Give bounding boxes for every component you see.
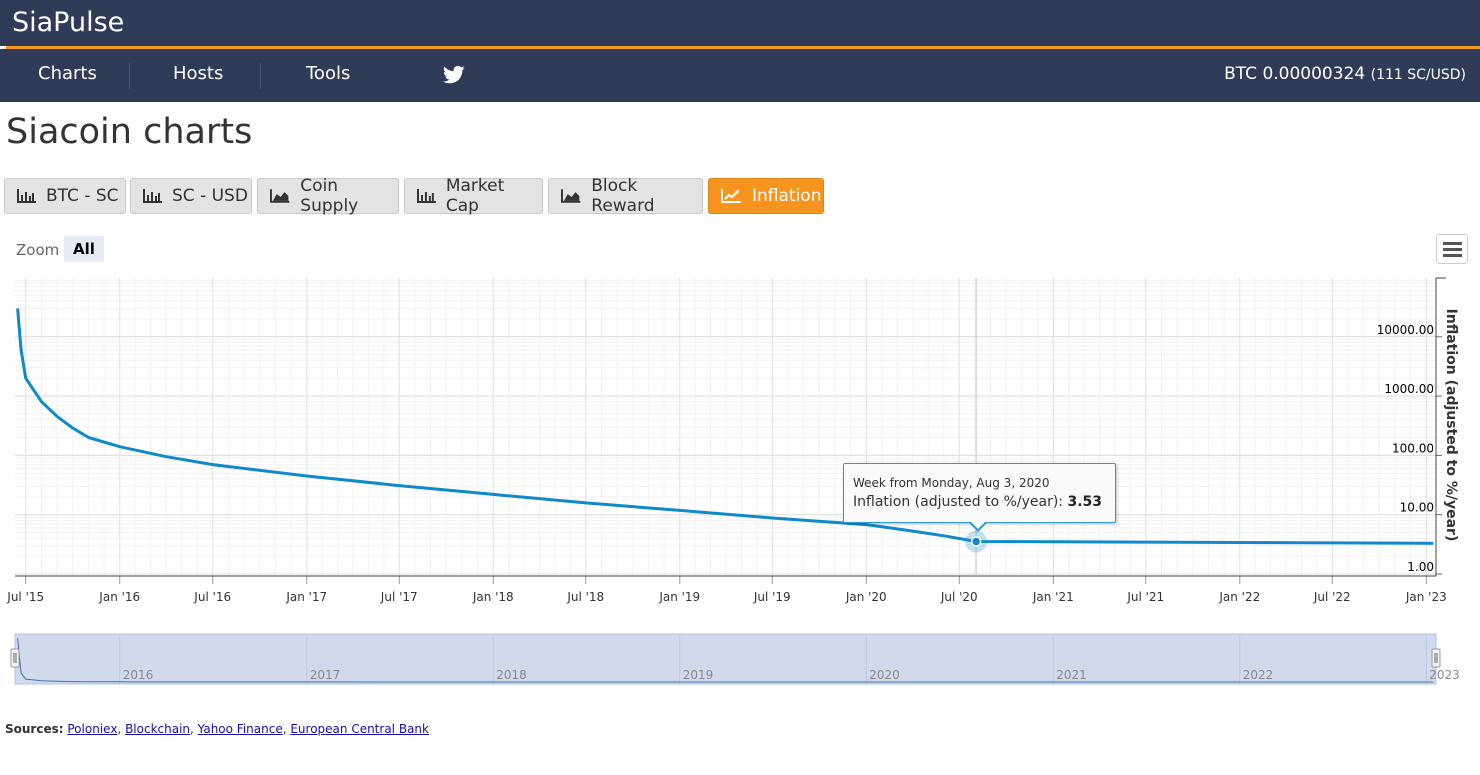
btc-sc-label: BTC - SC	[46, 186, 119, 206]
bar-chart-icon	[17, 189, 36, 203]
x-tick-label: Jan '17	[285, 590, 327, 604]
x-tick-label: Jul '18	[566, 590, 604, 604]
block-reward-button[interactable]: Block Reward	[548, 176, 703, 216]
x-tick-label: Jan '23	[1405, 590, 1447, 604]
x-tick-label: Jul '17	[380, 590, 418, 604]
nav-divider	[129, 63, 130, 89]
coin-supply-button[interactable]: Coin Supply	[257, 176, 399, 216]
inflation-button[interactable]: Inflation	[708, 178, 824, 214]
nav-tools[interactable]: Tools	[306, 63, 350, 84]
sources-line: Sources: Poloniex, Blockchain, Yahoo Fin…	[5, 722, 429, 736]
x-tick-label: Jan '18	[472, 590, 514, 604]
sc-usd-label: SC - USD	[172, 186, 248, 206]
menu-icon-bar	[1443, 254, 1462, 257]
btc-price: BTC 0.00000324 (111 SC/USD)	[1224, 64, 1466, 84]
block-reward-label: Block Reward	[591, 176, 655, 216]
nav-hosts[interactable]: Hosts	[173, 63, 223, 84]
y-tick-label: 10000.00	[1377, 323, 1434, 337]
x-tick-label: Jul '22	[1313, 590, 1351, 604]
sources-label: Sources:	[5, 722, 64, 736]
x-tick-label: Jul '15	[6, 590, 44, 604]
menu-icon-bar	[1443, 248, 1462, 251]
grid-lines	[15, 278, 1436, 576]
zoom-all-button[interactable]: All	[64, 236, 104, 262]
y-tick-label: 10.00	[1400, 501, 1434, 515]
x-tick-label: Jan '22	[1218, 590, 1260, 604]
y-axis-title: Inflation (adjusted to %/year)	[1443, 309, 1459, 542]
navigator-year-label: 2022	[1243, 668, 1274, 682]
inflation-label: Inflation	[752, 186, 822, 206]
bar-chart-icon	[143, 189, 162, 203]
source-link-blockchain[interactable]: Blockchain	[125, 722, 190, 736]
navigator-year-label: 2021	[1056, 668, 1087, 682]
source-link-yahoo-finance[interactable]: Yahoo Finance	[198, 722, 283, 736]
area-chart-icon	[270, 189, 290, 203]
x-tick-label: Jul '16	[193, 590, 231, 604]
navigator-handle	[10, 648, 20, 668]
x-tick-label: Jan '16	[98, 590, 140, 604]
menu-icon-bar	[1443, 242, 1462, 245]
bar-chart-icon	[417, 189, 436, 203]
brand-logo[interactable]: SiaPulse	[12, 7, 124, 38]
navigator-year-label: 2023	[1429, 668, 1460, 682]
tooltip-value: 3.53	[1067, 494, 1103, 510]
y-tick-label: 100.00	[1392, 441, 1434, 455]
x-tick-label: Jul '19	[753, 590, 791, 604]
tooltip-header: Week from Monday, Aug 3, 2020	[853, 476, 1050, 490]
y-tick-label: 1.00	[1407, 560, 1434, 574]
y-tick-label: 1000.00	[1384, 382, 1434, 396]
tooltip-series-label: Inflation (adjusted to %/year):	[853, 494, 1064, 510]
sc-usd-rate: (111 SC/USD)	[1370, 67, 1466, 83]
hover-marker	[970, 536, 982, 547]
chart-tooltip: Week from Monday, Aug 3, 2020 Inflation …	[843, 463, 1116, 523]
navigator-year-label: 2016	[123, 668, 154, 682]
twitter-icon[interactable]	[443, 65, 465, 85]
x-tick-label: Jan '21	[1032, 590, 1074, 604]
x-tick-label: Jan '20	[845, 590, 887, 604]
chart-menu-button[interactable]	[1436, 234, 1468, 264]
main-nav: Charts Hosts Tools BTC 0.00000324 (111 S…	[0, 49, 1480, 102]
inflation-chart[interactable]: Jul '15 Jan '16 Jul '16 Jan '17 Jul '17 Jan '…	[0, 270, 1480, 695]
navigator-year-label: 2020	[869, 668, 900, 682]
top-header: SiaPulse	[0, 0, 1480, 46]
tooltip-body: Inflation (adjusted to %/year): 3.53	[853, 494, 1102, 510]
market-cap-button[interactable]: Market Cap	[404, 176, 543, 216]
tooltip-pointer-fill	[970, 521, 986, 529]
navigator-window	[14, 633, 1437, 685]
market-cap-label: Market Cap	[445, 176, 505, 216]
btc-price-value: BTC 0.00000324	[1224, 64, 1366, 84]
zoom-label: Zoom	[16, 241, 60, 259]
navigator-year-label: 2017	[310, 668, 341, 682]
line-chart-icon	[721, 189, 741, 203]
source-link-poloniex[interactable]: Poloniex	[67, 722, 117, 736]
series-line-inflation	[16, 308, 1434, 545]
sc-usd-button[interactable]: SC - USD	[130, 178, 252, 214]
area-chart-icon	[561, 189, 581, 203]
nav-charts[interactable]: Charts	[38, 63, 97, 84]
page-title: Siacoin charts	[6, 112, 253, 152]
navigator-handle	[1431, 648, 1441, 668]
x-tick-label: Jul '21	[1126, 590, 1164, 604]
navigator-year-label: 2019	[683, 668, 714, 682]
source-link-ecb[interactable]: European Central Bank	[290, 722, 429, 736]
nav-divider	[260, 63, 261, 89]
navigator-year-label: 2018	[496, 668, 527, 682]
x-tick-label: Jan '19	[658, 590, 700, 604]
coin-supply-label: Coin Supply	[300, 176, 359, 216]
btc-sc-button[interactable]: BTC - SC	[4, 178, 126, 214]
x-tick-label: Jul '20	[940, 590, 978, 604]
